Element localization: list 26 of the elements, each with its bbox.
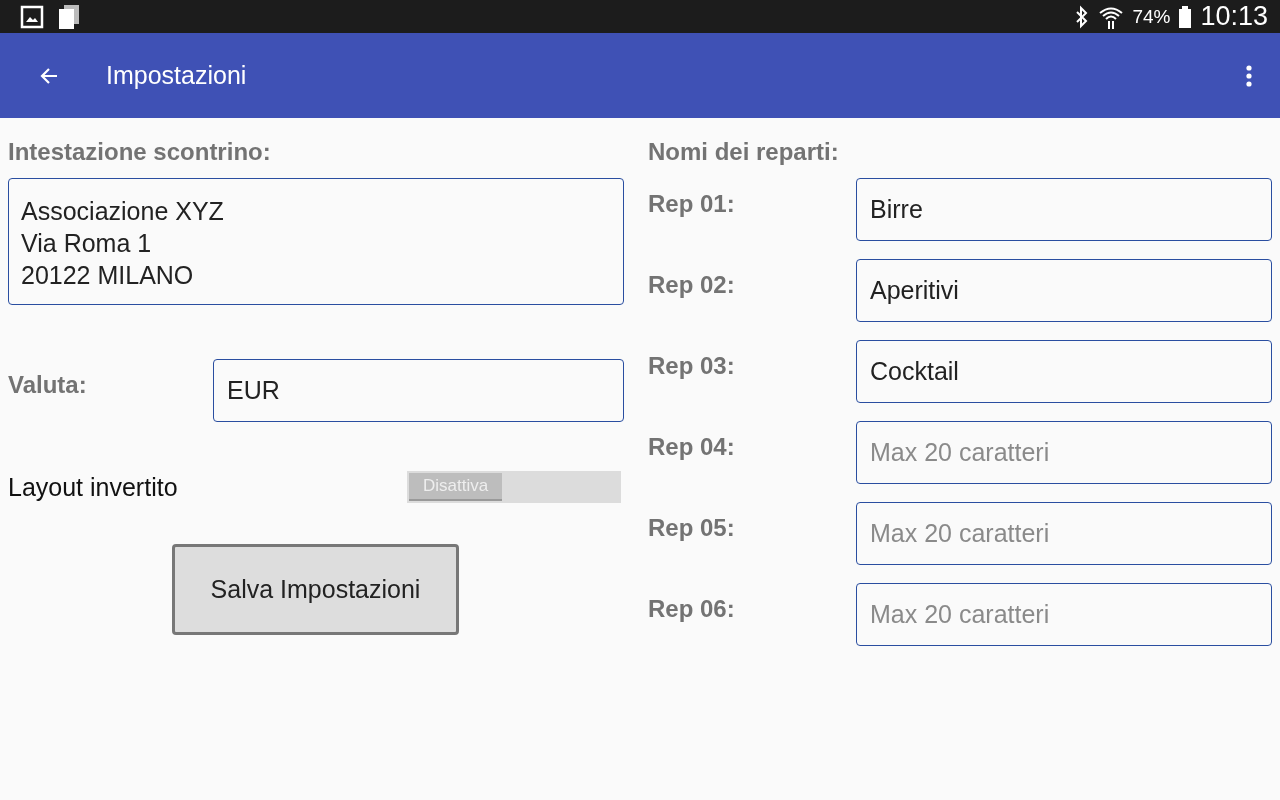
section-label: Nomi dei reparti: <box>648 138 840 167</box>
save-button[interactable]: Salva Impostazioni <box>172 544 459 635</box>
department-label: Rep 03: <box>648 352 736 380</box>
field-label: Valuta: <box>8 371 88 399</box>
department-label: Rep 06: <box>648 595 736 623</box>
department-field[interactable]: Max 20 caratteri <box>856 421 1272 484</box>
department-field[interactable]: Max 20 caratteri <box>856 583 1272 646</box>
battery-percentage: 74% <box>1132 5 1171 28</box>
clock-time: 10:13 <box>1200 1 1268 32</box>
image-icon <box>20 4 44 29</box>
section-label: Intestazione scontrino: <box>8 138 272 167</box>
currency-field[interactable]: EUR <box>213 359 624 422</box>
battery-icon <box>1178 5 1193 28</box>
department-label: Rep 05: <box>648 514 736 542</box>
department-field[interactable]: Aperitivi <box>856 259 1272 322</box>
receipt-header-field[interactable]: Associazione XYZ Via Roma 1 20122 MILANO <box>8 178 624 305</box>
more-options-icon[interactable] <box>1246 64 1252 87</box>
department-field[interactable]: Cocktail <box>856 340 1272 403</box>
department-field[interactable]: Birre <box>856 178 1272 241</box>
department-label: Rep 02: <box>648 271 736 299</box>
document-icon <box>58 4 80 29</box>
toolbar-title: Impostazioni <box>106 61 248 90</box>
toggle-label: Layout invertito <box>8 472 178 502</box>
department-label: Rep 01: <box>648 190 736 218</box>
department-field[interactable]: Max 20 caratteri <box>856 502 1272 565</box>
department-label: Rep 04: <box>648 433 736 461</box>
